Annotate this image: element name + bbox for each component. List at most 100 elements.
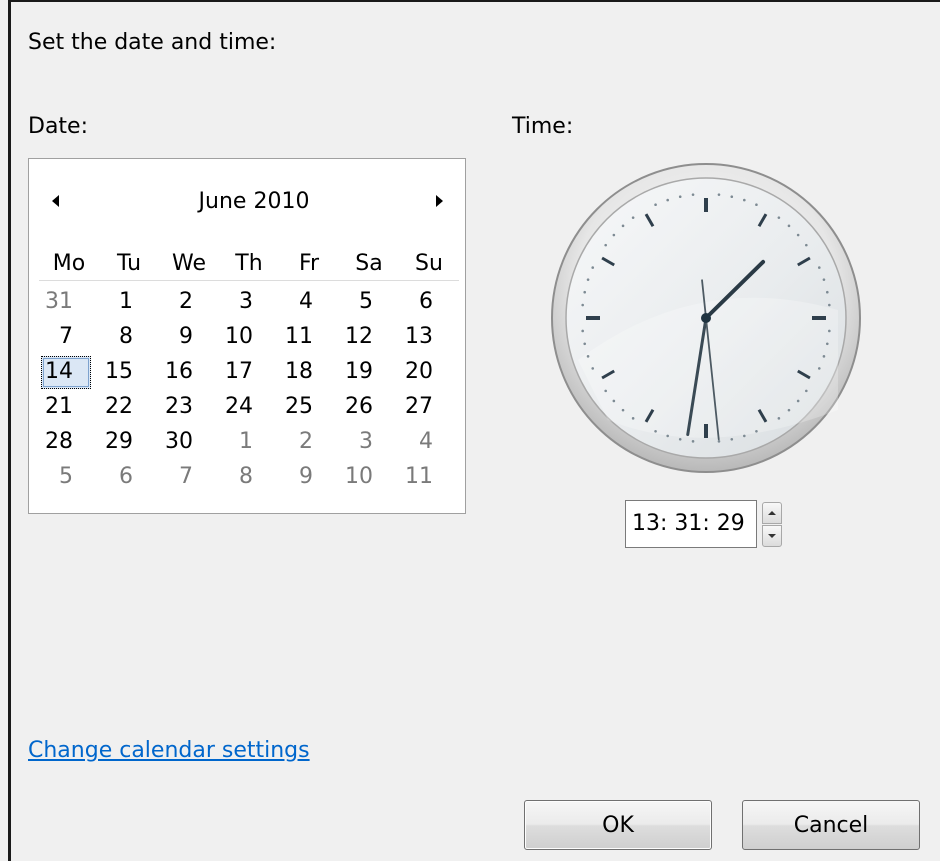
- calendar-day[interactable]: 13: [399, 320, 459, 355]
- minute-dot: [604, 243, 607, 247]
- calendar-day[interactable]: 7: [159, 460, 219, 495]
- minute-dot: [691, 440, 695, 443]
- day-number: 25: [285, 394, 313, 419]
- minute-dot: [805, 243, 808, 247]
- minute-dot: [828, 329, 831, 333]
- calendar-day[interactable]: 4: [399, 425, 459, 460]
- ok-button[interactable]: OK: [524, 800, 712, 850]
- calendar-day[interactable]: 25: [279, 390, 339, 425]
- day-number: 8: [119, 324, 133, 349]
- calendar-day[interactable]: 11: [399, 460, 459, 495]
- spin-up-button[interactable]: [762, 502, 782, 524]
- minute-dot: [817, 266, 821, 269]
- minute-dot: [743, 434, 746, 438]
- calendar-day[interactable]: 8: [99, 320, 159, 355]
- calendar-day[interactable]: 10: [339, 460, 399, 495]
- month-title[interactable]: June 2010: [89, 189, 419, 214]
- day-number: 14: [45, 359, 73, 384]
- minute-dot: [678, 437, 682, 441]
- weekday-header: Tu: [116, 251, 142, 276]
- calendar-day[interactable]: 29: [99, 425, 159, 460]
- minute-dot: [666, 434, 669, 438]
- minute-dot: [612, 399, 616, 403]
- calendar-day[interactable]: 6: [399, 285, 459, 320]
- minute-dot: [755, 203, 758, 207]
- minute-dot: [654, 429, 657, 433]
- calendar-day[interactable]: 2: [279, 425, 339, 460]
- calendar-day[interactable]: 6: [99, 460, 159, 495]
- day-number: 3: [239, 289, 253, 314]
- calendar-day[interactable]: 8: [219, 460, 279, 495]
- calendar-day[interactable]: 3: [339, 425, 399, 460]
- minute-dot: [777, 216, 781, 219]
- calendar-day[interactable]: 9: [159, 320, 219, 355]
- minute-dot: [678, 195, 682, 199]
- day-number: 5: [59, 464, 73, 489]
- calendar-day[interactable]: 9: [279, 460, 339, 495]
- calendar-day[interactable]: 15: [99, 355, 159, 390]
- calendar-day-selected[interactable]: 14: [39, 355, 99, 390]
- previous-month-button[interactable]: [43, 189, 67, 213]
- calendar-day[interactable]: 30: [159, 425, 219, 460]
- calendar-day[interactable]: 28: [39, 425, 99, 460]
- calendar-day[interactable]: 19: [339, 355, 399, 390]
- next-month-button[interactable]: [427, 189, 451, 213]
- calendar-day[interactable]: 24: [219, 390, 279, 425]
- calendar-day[interactable]: 21: [39, 390, 99, 425]
- minute-dot: [591, 266, 595, 269]
- calendar-day[interactable]: 11: [279, 320, 339, 355]
- calendar-day[interactable]: 23: [159, 390, 219, 425]
- calendar-week-row: 31 1 2 3 4 5 6: [39, 285, 459, 320]
- day-number: 6: [119, 464, 133, 489]
- calendar-day[interactable]: 5: [39, 460, 99, 495]
- calendar-day[interactable]: 27: [399, 390, 459, 425]
- minute-dot: [583, 290, 587, 294]
- weekday-header: Fr: [298, 251, 320, 276]
- day-number: 16: [165, 359, 193, 384]
- day-number: 5: [359, 289, 373, 314]
- day-number: 11: [405, 464, 433, 489]
- calendar-day[interactable]: 5: [339, 285, 399, 320]
- weekday-header: Sa: [355, 251, 383, 276]
- day-number: 21: [45, 394, 73, 419]
- calendar-day[interactable]: 26: [339, 390, 399, 425]
- spin-up-icon: [768, 511, 776, 515]
- minute-dot: [717, 193, 721, 196]
- day-number: 4: [419, 429, 433, 454]
- calendar-day[interactable]: 17: [219, 355, 279, 390]
- calendar-day[interactable]: 3: [219, 285, 279, 320]
- calendar-day[interactable]: 1: [219, 425, 279, 460]
- day-number: 1: [119, 289, 133, 314]
- calendar-day[interactable]: 10: [219, 320, 279, 355]
- day-number: 22: [105, 394, 133, 419]
- calendar-day[interactable]: 4: [279, 285, 339, 320]
- day-number: 12: [345, 324, 373, 349]
- day-number: 17: [225, 359, 253, 384]
- calendar-day[interactable]: 22: [99, 390, 159, 425]
- minute-dot: [730, 195, 734, 199]
- calendar-day[interactable]: 18: [279, 355, 339, 390]
- calendar-day[interactable]: 1: [99, 285, 159, 320]
- day-number: 6: [419, 289, 433, 314]
- minute-dot: [822, 278, 826, 281]
- day-number: 18: [285, 359, 313, 384]
- time-input[interactable]: 13: 31: 29: [625, 500, 757, 548]
- dialog-heading: Set the date and time:: [28, 30, 277, 55]
- calendar-day[interactable]: 20: [399, 355, 459, 390]
- weekday-header: Su: [415, 251, 443, 276]
- spin-down-button[interactable]: [762, 525, 782, 547]
- change-calendar-settings-link[interactable]: Change calendar settings: [28, 738, 310, 763]
- cancel-button[interactable]: Cancel: [742, 800, 920, 850]
- minute-dot: [621, 408, 625, 412]
- minute-dot: [796, 399, 800, 403]
- minute-dot: [717, 440, 721, 443]
- calendar-week-row: 28 29 30 1 2 3 4: [39, 425, 459, 460]
- calendar-day[interactable]: 16: [159, 355, 219, 390]
- minute-dot: [755, 429, 758, 433]
- day-number: 10: [225, 324, 253, 349]
- calendar-week-row: 5 6 7 8 9 10 11: [39, 460, 459, 495]
- calendar-day[interactable]: 31: [39, 285, 99, 320]
- calendar-day[interactable]: 2: [159, 285, 219, 320]
- calendar-day[interactable]: 7: [39, 320, 99, 355]
- calendar-day[interactable]: 12: [339, 320, 399, 355]
